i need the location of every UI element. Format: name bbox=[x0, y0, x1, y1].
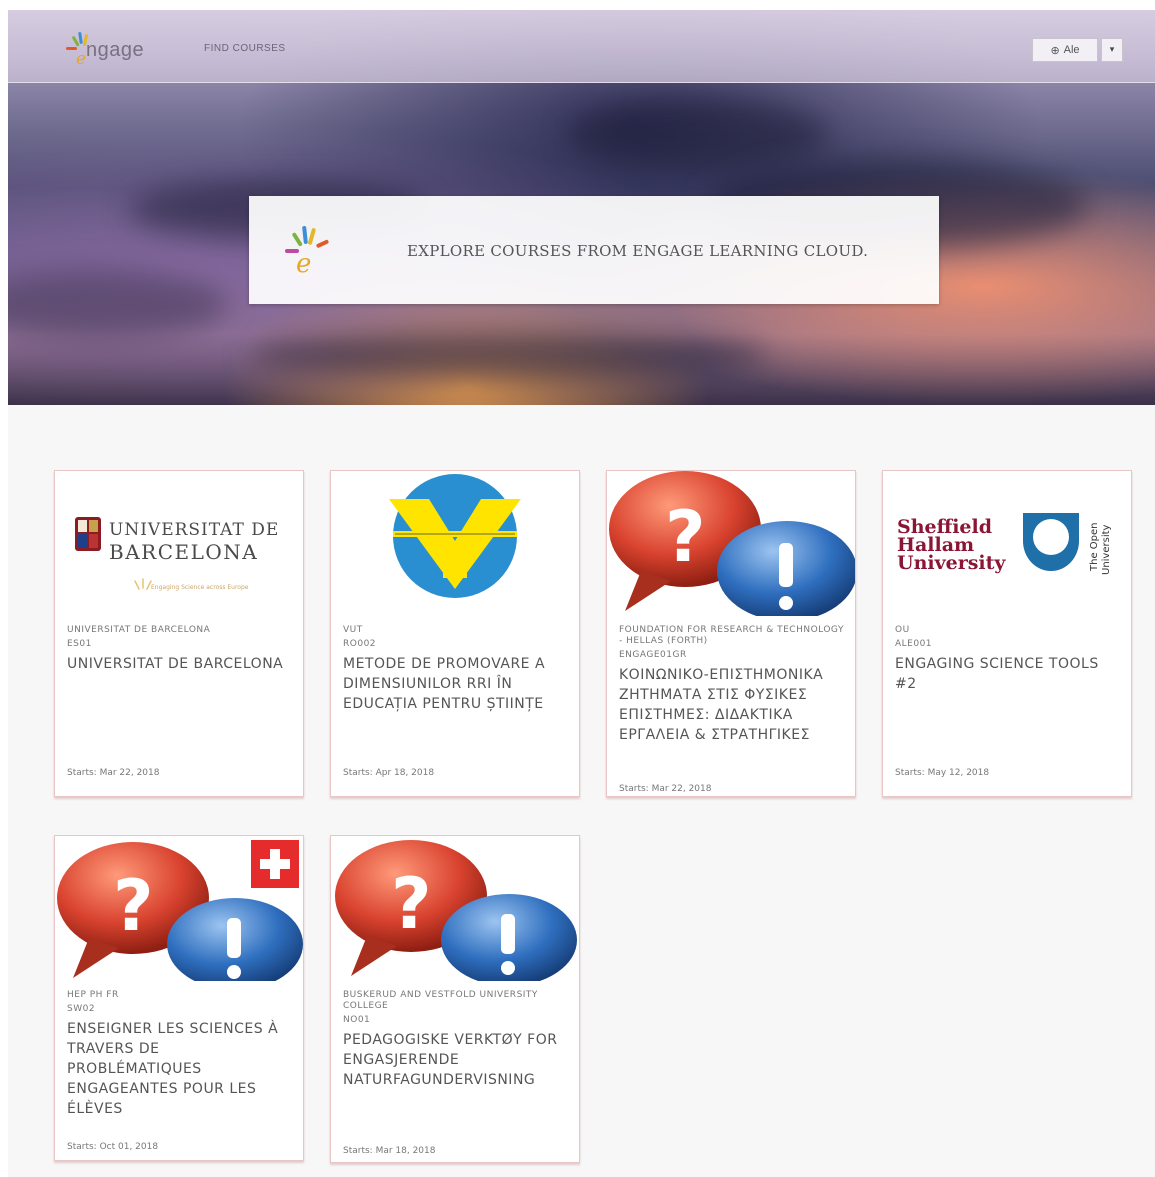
course-code: ES01 bbox=[67, 639, 92, 649]
course-start-date: Starts: Mar 18, 2018 bbox=[343, 1146, 436, 1156]
question-exclamation-bubbles-icon: ? bbox=[609, 471, 855, 616]
user-dropdown-toggle[interactable]: ▾ bbox=[1101, 38, 1123, 62]
svg-text:e: e bbox=[76, 49, 86, 69]
svg-text:e: e bbox=[296, 249, 311, 276]
course-start-date: Starts: Apr 18, 2018 bbox=[343, 768, 435, 778]
course-start-date: Starts: Mar 22, 2018 bbox=[67, 768, 160, 778]
shu-logo-line3: University bbox=[897, 552, 1006, 574]
svg-text:?: ? bbox=[665, 496, 706, 578]
course-card-sw02[interactable]: ? HEP PH FR SW02 ENSEIGNER LES SCIENCES … bbox=[54, 835, 304, 1161]
user-icon: ⊕ bbox=[1050, 44, 1060, 57]
course-code: RO002 bbox=[343, 639, 377, 649]
engage-logo-icon: e bbox=[285, 226, 329, 276]
course-image: Sheffield Hallam University The Open Uni… bbox=[883, 471, 1131, 616]
swiss-flag-icon bbox=[251, 840, 299, 888]
course-start-date: Starts: Mar 22, 2018 bbox=[619, 784, 712, 794]
course-start-date: Starts: Oct 01, 2018 bbox=[67, 1142, 159, 1152]
course-image: ? bbox=[331, 836, 579, 981]
card-body: FOUNDATION FOR RESEARCH & TECHNOLOGY - H… bbox=[619, 625, 845, 745]
banner-text: EXPLORE COURSES FROM ENGAGE LEARNING CLO… bbox=[407, 242, 869, 260]
engage-logo[interactable]: e ngage bbox=[62, 26, 182, 70]
hero-banner: e ngage FIND COURSES ⊕ Ale ▾ e EXPLORE C… bbox=[8, 10, 1155, 405]
logo-text: ngage bbox=[86, 39, 145, 61]
course-code: NO01 bbox=[343, 1015, 371, 1025]
course-code: ENGAGE01GR bbox=[619, 650, 687, 660]
card-body: UNIVERSITAT DE BARCELONA ES01 UNIVERSITA… bbox=[67, 625, 293, 674]
sheffield-hallam-open-university-logo: Sheffield Hallam University The Open Uni… bbox=[897, 513, 1112, 575]
explore-banner: e EXPLORE COURSES FROM ENGAGE LEARNING C… bbox=[249, 196, 939, 304]
course-card-ale001[interactable]: Sheffield Hallam University The Open Uni… bbox=[882, 470, 1132, 797]
course-image: ? bbox=[607, 471, 855, 616]
course-title[interactable]: UNIVERSITAT DE BARCELONA bbox=[67, 654, 293, 674]
ub-logo-line2: BARCELONA bbox=[109, 540, 258, 564]
course-card-es01[interactable]: UNIVERSITAT DE BARCELONA Engaging Scienc… bbox=[54, 470, 304, 797]
svg-text:?: ? bbox=[113, 865, 154, 947]
card-body: OU ALE001 ENGAGING SCIENCE TOOLS #2 bbox=[895, 625, 1121, 694]
course-image bbox=[331, 471, 579, 616]
user-menu: ⊕ Ale ▾ bbox=[1032, 38, 1124, 64]
ou-logo-line2: University bbox=[1101, 524, 1112, 575]
question-exclamation-bubbles-icon: ? bbox=[335, 840, 577, 981]
course-org: UNIVERSITAT DE BARCELONA bbox=[67, 625, 211, 635]
card-body: BUSKERUD AND VESTFOLD UNIVERSITY COLLEGE… bbox=[343, 990, 569, 1090]
course-start-date: Starts: May 12, 2018 bbox=[895, 768, 990, 778]
universitat-de-barcelona-logo: UNIVERSITAT DE BARCELONA Engaging Scienc… bbox=[75, 517, 279, 591]
question-exclamation-bubbles-icon: ? bbox=[57, 840, 303, 981]
course-code: SW02 bbox=[67, 1004, 96, 1014]
svg-text:?: ? bbox=[391, 863, 432, 945]
card-body: VUT RO002 METODE DE PROMOVARE A DIMENSIU… bbox=[343, 625, 569, 714]
course-title[interactable]: ENSEIGNER LES SCIENCES À TRAVERS DE PROB… bbox=[67, 1019, 293, 1119]
course-image: UNIVERSITAT DE BARCELONA Engaging Scienc… bbox=[55, 471, 303, 616]
card-body: HEP PH FR SW02 ENSEIGNER LES SCIENCES À … bbox=[67, 990, 293, 1119]
course-card-no01[interactable]: ? BUSKERUD AND VESTFOLD UNIVERSITY COLLE… bbox=[330, 835, 580, 1163]
course-org: BUSKERUD AND VESTFOLD UNIVERSITY COLLEGE bbox=[343, 990, 538, 1011]
course-org: VUT bbox=[343, 625, 363, 635]
course-image: ? bbox=[55, 836, 303, 981]
vut-logo bbox=[389, 474, 521, 598]
course-org: FOUNDATION FOR RESEARCH & TECHNOLOGY - H… bbox=[619, 625, 844, 646]
ou-logo-line1: The Open bbox=[1089, 523, 1100, 573]
course-org: OU bbox=[895, 625, 910, 635]
course-org: HEP PH FR bbox=[67, 990, 119, 1000]
course-title[interactable]: ΚΟΙΝΩΝΙΚΟ-ΕΠΙΣΤΗΜΟΝΙΚΑ ΖΗΤΗΜΑΤΑ ΣΤΙΣ ΦΥΣ… bbox=[619, 665, 845, 745]
course-title[interactable]: METODE DE PROMOVARE A DIMENSIUNILOR RRI … bbox=[343, 654, 569, 714]
course-code: ALE001 bbox=[895, 639, 933, 649]
ub-logo-tagline: Engaging Science across Europe bbox=[151, 584, 249, 591]
course-title[interactable]: ENGAGING SCIENCE TOOLS #2 bbox=[895, 654, 1121, 694]
top-navbar: e ngage FIND COURSES ⊕ Ale ▾ bbox=[8, 10, 1155, 83]
user-name: Ale bbox=[1063, 44, 1080, 56]
course-card-ro002[interactable]: VUT RO002 METODE DE PROMOVARE A DIMENSIU… bbox=[330, 470, 580, 797]
ub-logo-line1: UNIVERSITAT DE bbox=[109, 520, 279, 540]
page: e ngage FIND COURSES ⊕ Ale ▾ e EXPLORE C… bbox=[8, 10, 1155, 1177]
course-title[interactable]: PEDAGOGISKE VERKTØY FOR ENGASJERENDE NAT… bbox=[343, 1030, 569, 1090]
course-card-engage01gr[interactable]: ? FOUNDATION FOR RESEARCH & TECHNOLOGY -… bbox=[606, 470, 856, 797]
nav-find-courses[interactable]: FIND COURSES bbox=[204, 43, 286, 54]
chevron-down-icon: ▾ bbox=[1109, 45, 1115, 55]
user-button[interactable]: ⊕ Ale bbox=[1032, 38, 1098, 62]
